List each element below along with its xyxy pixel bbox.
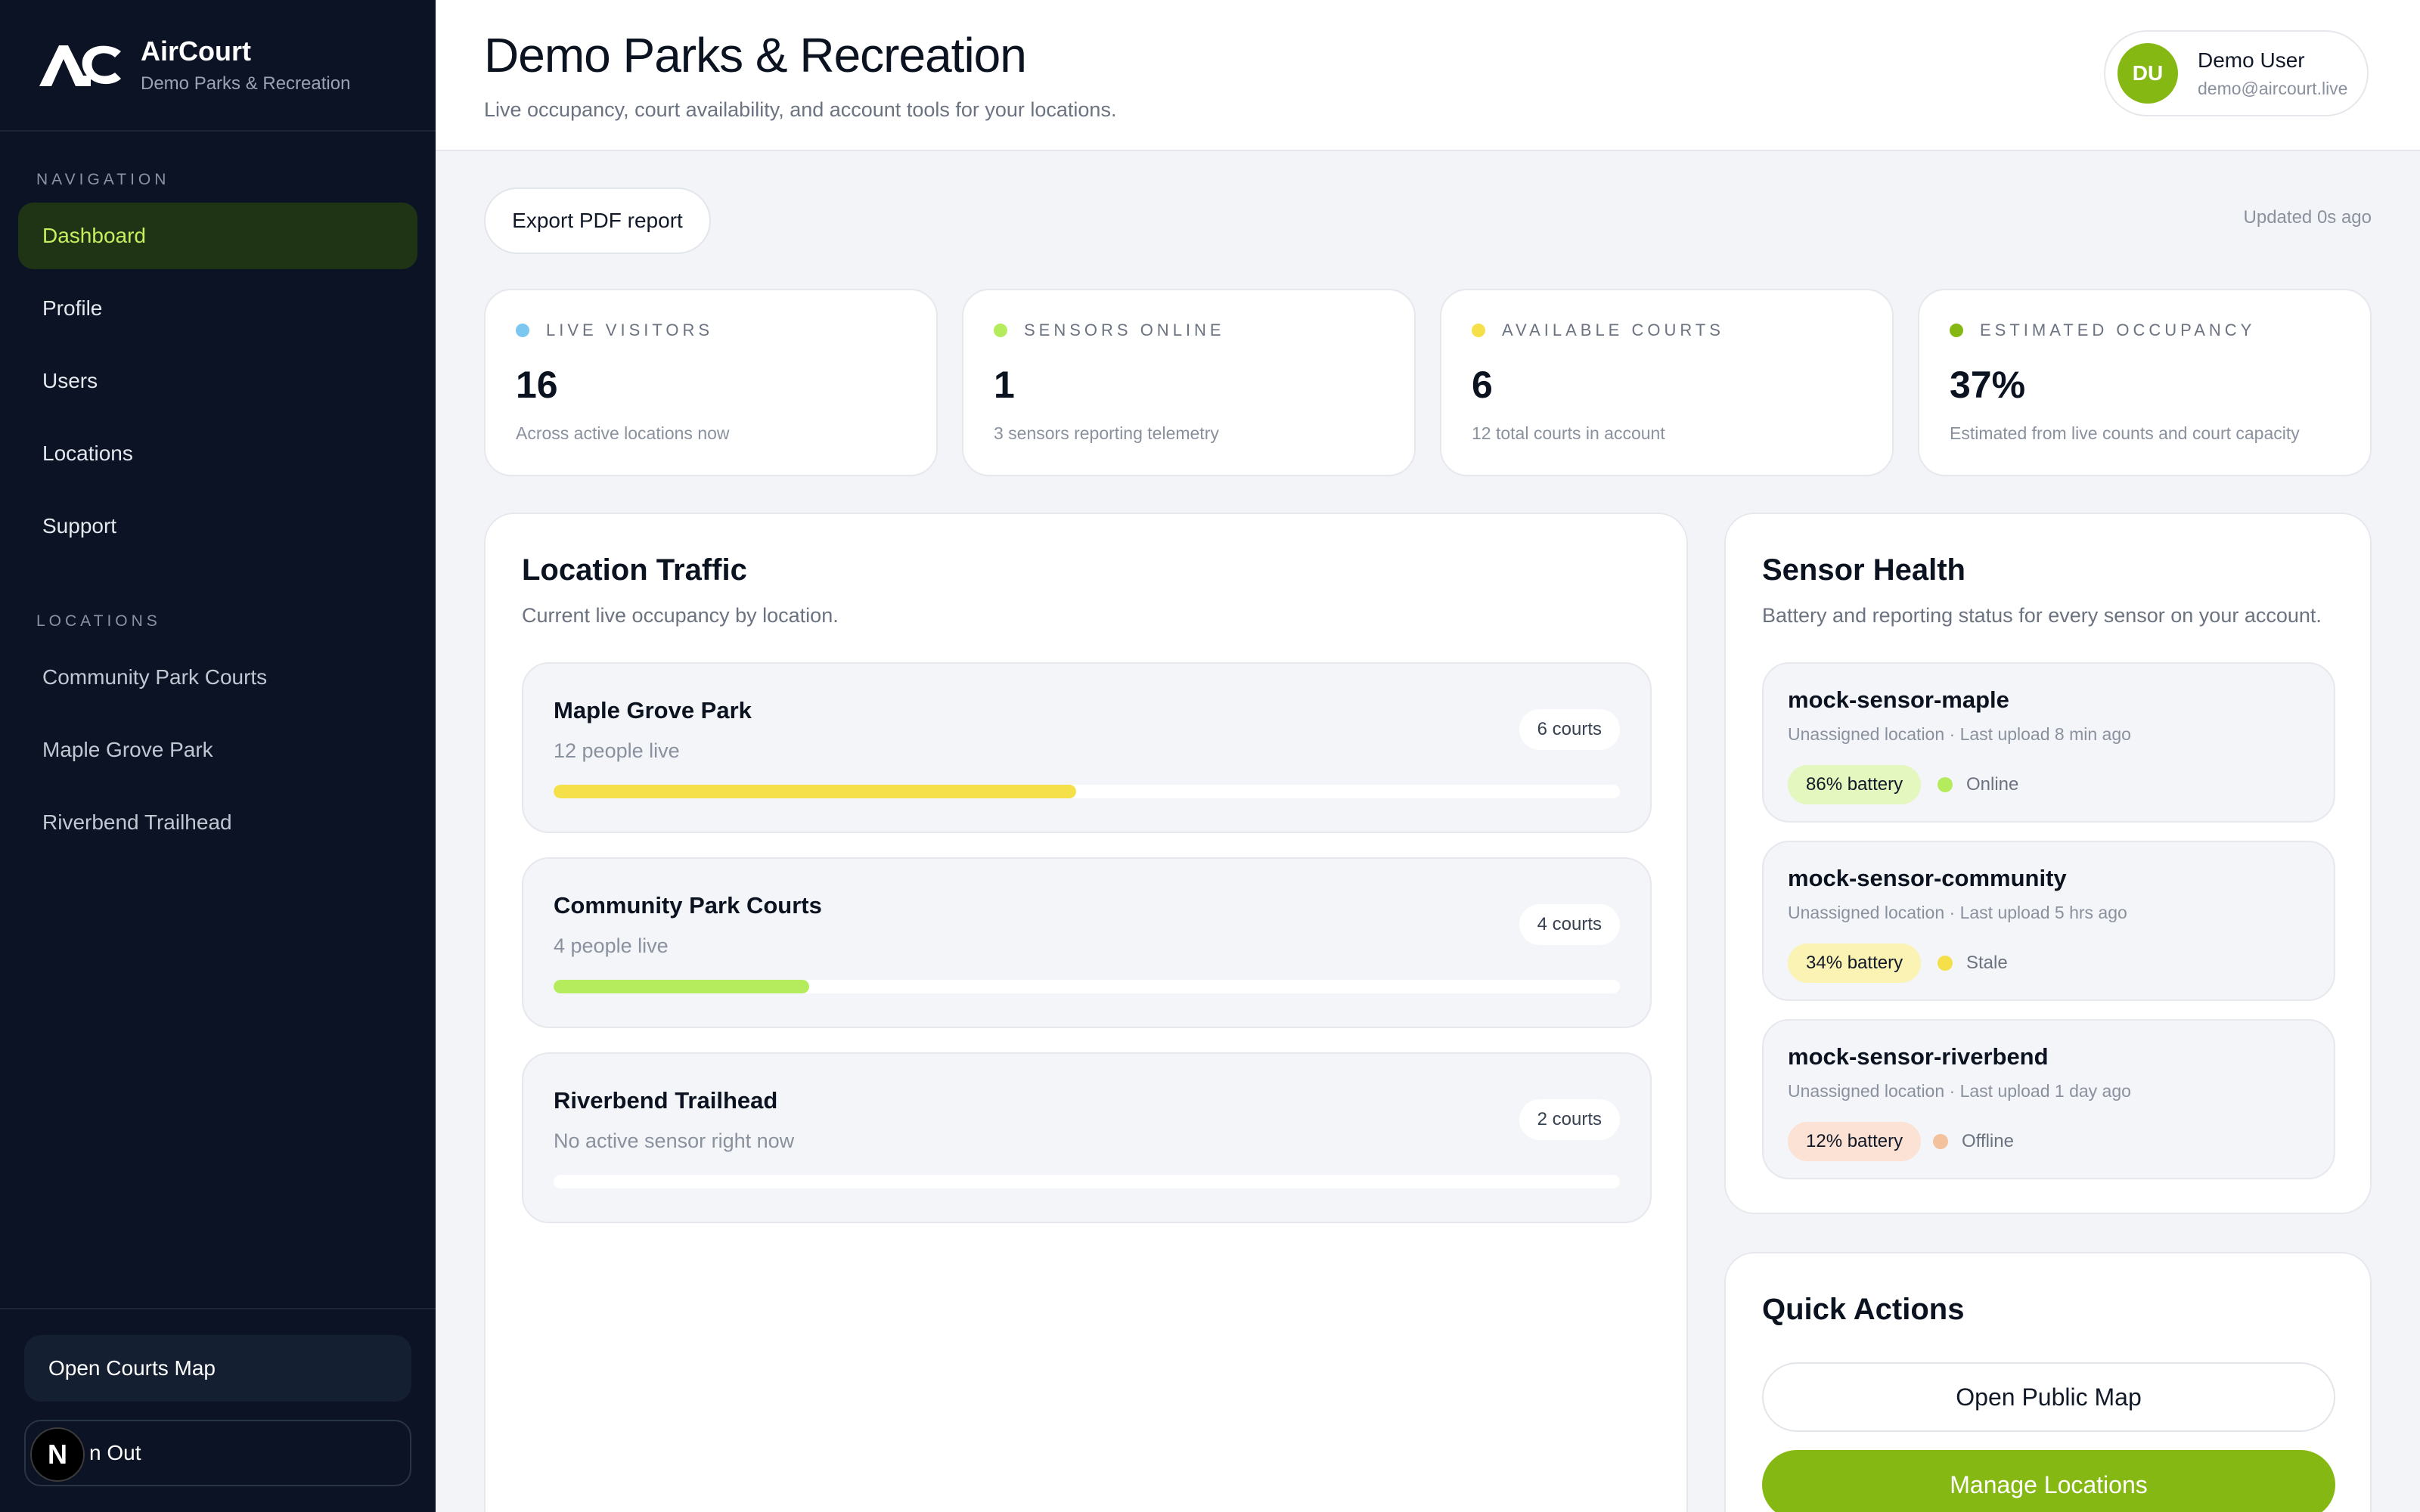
brand-subtitle: Demo Parks & Recreation xyxy=(141,73,351,94)
sensor-card-maple[interactable]: mock-sensor-maple Unassigned location · … xyxy=(1762,662,2335,823)
location-people: 12 people live xyxy=(554,739,680,762)
stat-note: 12 total courts in account xyxy=(1472,423,1665,443)
sidebar-footer: Open Courts Map n Out xyxy=(0,1308,436,1512)
aircourt-logo-icon xyxy=(39,45,121,86)
nav-list: Dashboard Profile Users Locations Suppor… xyxy=(0,203,436,559)
brand: AirCourt Demo Parks & Recreation xyxy=(0,0,436,132)
panel-title: Location Traffic xyxy=(522,553,747,587)
courts-badge: 2 courts xyxy=(1519,1099,1620,1140)
panel-title: Quick Actions xyxy=(1762,1293,1965,1326)
location-card-community-park[interactable]: Community Park Courts 4 people live 4 co… xyxy=(522,857,1652,1028)
stat-value: 37% xyxy=(1950,364,2026,406)
battery-badge: 86% battery xyxy=(1788,765,1922,804)
location-people: 4 people live xyxy=(554,934,669,957)
location-card-maple-grove[interactable]: Maple Grove Park 12 people live 6 courts xyxy=(522,662,1652,833)
stat-card-sensors-online: SENSORS ONLINE 1 3 sensors reporting tel… xyxy=(962,289,1416,476)
battery-badge: 34% battery xyxy=(1788,943,1922,983)
stat-value: 1 xyxy=(994,364,1015,406)
user-email: demo@aircourt.live xyxy=(2198,78,2348,98)
sensor-name: mock-sensor-maple xyxy=(1788,686,2009,713)
sensor-status: Online xyxy=(1938,765,2018,804)
sidebar-location-maple-grove[interactable]: Maple Grove Park xyxy=(18,717,417,783)
location-card-riverbend[interactable]: Riverbend Trailhead No active sensor rig… xyxy=(522,1052,1652,1223)
avatar: DU xyxy=(2118,43,2178,104)
location-name: Maple Grove Park xyxy=(554,697,752,723)
stat-value: 6 xyxy=(1472,364,1493,406)
sidebar-item-profile[interactable]: Profile xyxy=(18,275,417,342)
panel-title: Sensor Health xyxy=(1762,553,1965,587)
occupancy-bar xyxy=(554,980,1620,993)
sign-out-label: n Out xyxy=(89,1441,141,1464)
status-dot-icon xyxy=(1938,777,1953,792)
nav-heading: NAVIGATION xyxy=(36,171,170,188)
courts-badge: 4 courts xyxy=(1519,904,1620,945)
location-name: Riverbend Trailhead xyxy=(554,1087,778,1114)
stat-label: LIVE VISITORS xyxy=(546,321,714,339)
stat-note: Across active locations now xyxy=(516,423,730,443)
location-people: No active sensor right now xyxy=(554,1129,795,1152)
page-title: Demo Parks & Recreation xyxy=(484,28,1027,82)
status-dot-icon xyxy=(1950,324,1963,337)
stat-label: ESTIMATED OCCUPANCY xyxy=(1980,321,2256,339)
page-header: Demo Parks & Recreation Live occupancy, … xyxy=(436,0,2420,151)
brand-name: AirCourt xyxy=(141,36,251,67)
stat-card-estimated-occupancy: ESTIMATED OCCUPANCY 37% Estimated from l… xyxy=(1918,289,2372,476)
sensor-status: Offline xyxy=(1933,1122,2014,1161)
page-subtitle: Live occupancy, court availability, and … xyxy=(484,98,1117,121)
stat-note: 3 sensors reporting telemetry xyxy=(994,423,1219,443)
location-name: Community Park Courts xyxy=(554,892,822,919)
sensor-meta: Unassigned location · Last upload 8 min … xyxy=(1788,724,2131,744)
courts-badge: 6 courts xyxy=(1519,709,1620,750)
sidebar-item-support[interactable]: Support xyxy=(18,493,417,559)
quick-actions-panel: Quick Actions Open Public Map Manage Loc… xyxy=(1724,1252,2372,1512)
dev-overlay-badge[interactable]: N xyxy=(30,1427,85,1482)
open-courts-map-button[interactable]: Open Courts Map xyxy=(24,1335,411,1402)
battery-badge: 12% battery xyxy=(1788,1122,1922,1161)
occupancy-bar xyxy=(554,1175,1620,1188)
stat-value: 16 xyxy=(516,364,558,406)
manage-locations-button[interactable]: Manage Locations xyxy=(1762,1450,2335,1512)
occupancy-fill xyxy=(554,785,1076,798)
user-menu[interactable]: DU Demo User demo@aircourt.live xyxy=(2104,30,2369,116)
status-dot-icon xyxy=(994,324,1007,337)
panel-subtitle: Battery and reporting status for every s… xyxy=(1762,604,2322,627)
sensor-status-label: Online xyxy=(1966,774,2019,795)
sensor-status-label: Stale xyxy=(1966,953,2008,973)
stat-label: AVAILABLE COURTS xyxy=(1502,321,1724,339)
sensor-card-riverbend[interactable]: mock-sensor-riverbend Unassigned locatio… xyxy=(1762,1019,2335,1179)
sidebar-item-users[interactable]: Users xyxy=(18,348,417,414)
occupancy-fill xyxy=(554,980,810,993)
status-dot-icon xyxy=(1472,324,1485,337)
occupancy-bar xyxy=(554,785,1620,798)
sensor-meta: Unassigned location · Last upload 5 hrs … xyxy=(1788,903,2127,922)
panel-subtitle: Current live occupancy by location. xyxy=(522,604,839,627)
sensor-name: mock-sensor-riverbend xyxy=(1788,1043,2049,1070)
sidebar-location-riverbend[interactable]: Riverbend Trailhead xyxy=(18,789,417,856)
status-dot-icon xyxy=(516,324,529,337)
stat-card-available-courts: AVAILABLE COURTS 6 12 total courts in ac… xyxy=(1440,289,1894,476)
open-public-map-button[interactable]: Open Public Map xyxy=(1762,1362,2335,1432)
stat-note: Estimated from live counts and court cap… xyxy=(1950,423,2300,443)
locations-list: Community Park Courts Maple Grove Park R… xyxy=(0,644,436,856)
locations-heading: LOCATIONS xyxy=(36,612,161,630)
status-dot-icon xyxy=(1933,1134,1948,1149)
sensor-health-panel: Sensor Health Battery and reporting stat… xyxy=(1724,513,2372,1214)
user-name: Demo User xyxy=(2198,48,2305,72)
updated-timestamp: Updated 0s ago xyxy=(2243,207,2372,228)
sensor-meta: Unassigned location · Last upload 1 day … xyxy=(1788,1081,2131,1101)
stat-card-live-visitors: LIVE VISITORS 16 Across active locations… xyxy=(484,289,938,476)
sidebar: AirCourt Demo Parks & Recreation NAVIGAT… xyxy=(0,0,436,1512)
sensor-card-community[interactable]: mock-sensor-community Unassigned locatio… xyxy=(1762,841,2335,1001)
stat-label: SENSORS ONLINE xyxy=(1024,321,1225,339)
sensor-name: mock-sensor-community xyxy=(1788,865,2067,891)
sidebar-item-locations[interactable]: Locations xyxy=(18,420,417,487)
location-traffic-panel: Location Traffic Current live occupancy … xyxy=(484,513,1688,1512)
sidebar-location-community-park[interactable]: Community Park Courts xyxy=(18,644,417,711)
export-pdf-button[interactable]: Export PDF report xyxy=(484,187,711,254)
status-dot-icon xyxy=(1938,956,1953,971)
sidebar-item-dashboard[interactable]: Dashboard xyxy=(18,203,417,269)
sensor-status-label: Offline xyxy=(1962,1131,2014,1151)
sensor-status: Stale xyxy=(1938,943,2008,983)
